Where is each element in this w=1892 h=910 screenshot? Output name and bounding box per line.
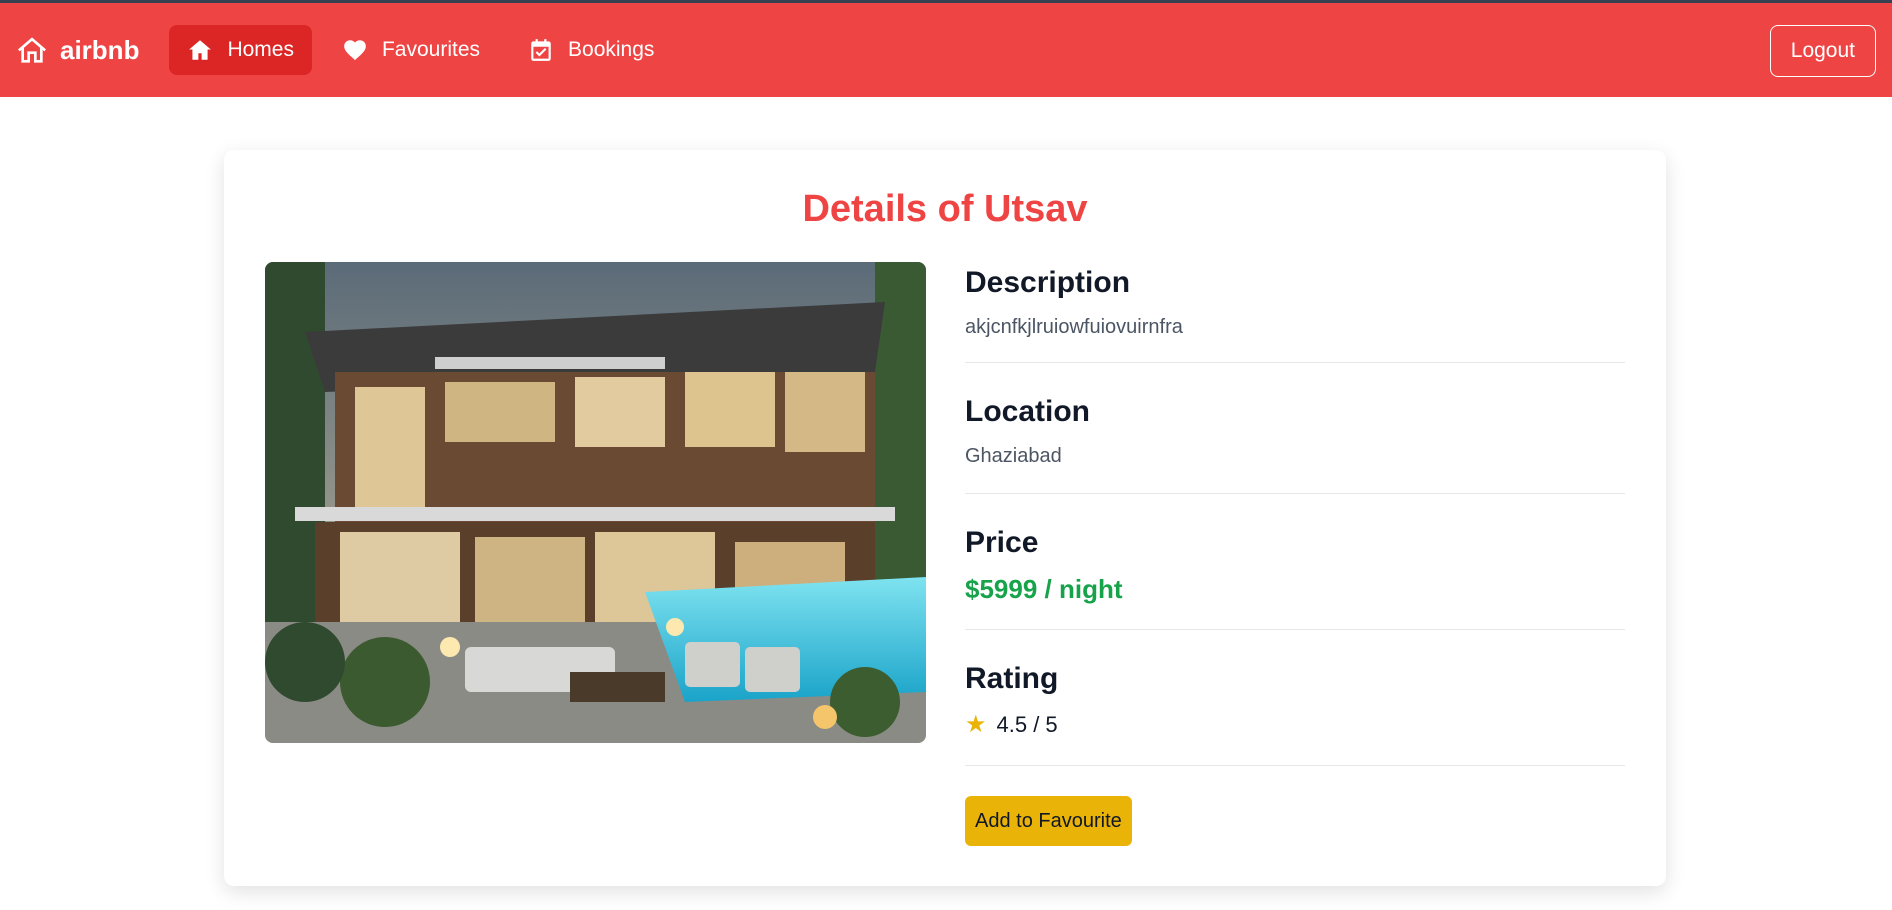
description-text: akjcnfkjlruiowfuiovuirnfra <box>965 316 1183 338</box>
home-photo <box>265 262 926 743</box>
nav-item-favourites[interactable]: Favourites <box>324 25 498 75</box>
location-heading: Location <box>965 395 1090 428</box>
location-section: Location Ghaziabad <box>965 363 1625 494</box>
star-icon: ★ <box>965 711 987 738</box>
add-to-favourite-button[interactable]: Add to Favourite <box>965 796 1132 846</box>
home-icon <box>189 40 212 60</box>
description-section: Description akjcnfkjlruiowfuiovuirnfra <box>965 262 1625 363</box>
logout-button[interactable]: Logout <box>1769 25 1876 77</box>
heart-icon <box>344 40 366 61</box>
navbar: airbnb Homes Favourites Bookings Logout <box>0 3 1892 97</box>
nav-item-label: Favourites <box>381 38 481 61</box>
rating-value: ★ 4.5 / 5 <box>965 710 1625 739</box>
location-text: Ghaziabad <box>965 445 1062 467</box>
home-details-card: Details of Utsav Description akjcnfkjlru… <box>224 150 1666 886</box>
page-title: Details of Utsav <box>802 188 1088 230</box>
price-text: $5999 / night <box>965 574 1123 604</box>
brand-name: airbnb <box>60 34 140 65</box>
nav-item-bookings[interactable]: Bookings <box>510 25 672 75</box>
home-icon <box>18 37 46 63</box>
brand-logo[interactable]: airbnb <box>16 34 139 66</box>
calendar-check-icon <box>531 39 551 61</box>
description-heading: Description <box>965 266 1131 299</box>
home-info: Description akjcnfkjlruiowfuiovuirnfra L… <box>965 262 1625 846</box>
rating-text: 4.5 / 5 <box>996 711 1058 737</box>
rating-heading: Rating <box>965 662 1059 695</box>
rating-section: Rating ★ 4.5 / 5 <box>965 630 1625 766</box>
nav-item-label: Bookings <box>568 38 655 61</box>
nav-item-homes[interactable]: Homes <box>169 25 312 75</box>
price-heading: Price <box>965 526 1039 559</box>
price-section: Price $5999 / night <box>965 494 1625 630</box>
nav-item-label: Homes <box>227 38 294 61</box>
